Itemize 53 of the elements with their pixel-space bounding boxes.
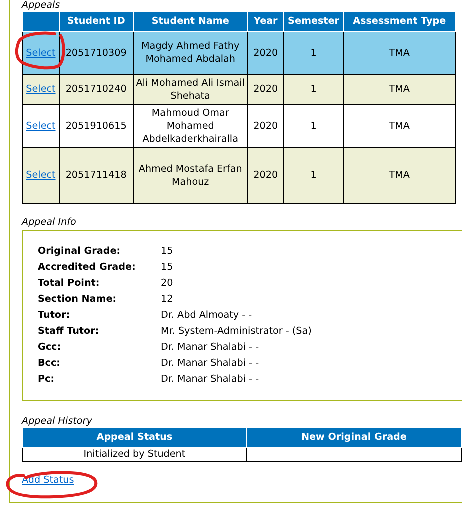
table-cell: Mahmoud Omar Mohamed Abdelkaderkhairalla — [133, 104, 248, 148]
select-link[interactable]: Select — [26, 48, 56, 58]
table-cell: 1 — [284, 74, 344, 104]
table-cell: 2051710309 — [59, 32, 134, 74]
table-cell: 2020 — [248, 148, 284, 204]
field-value: 12 — [161, 293, 174, 306]
field-label: Accredited Grade: — [38, 261, 137, 274]
field-value: Dr. Manar Shalabi - - — [161, 357, 260, 370]
select-link[interactable]: Select — [26, 120, 56, 132]
field-value: Dr. Manar Shalabi - - — [161, 373, 260, 386]
table-cell: 1 — [284, 32, 344, 74]
section-legend: Appeal History — [22, 415, 92, 428]
table-cell: TMA — [344, 32, 456, 74]
field-label: Original Grade: — [38, 245, 122, 258]
column-header: Student ID — [59, 12, 134, 32]
field-label: Pc: — [38, 373, 56, 386]
select-link[interactable]: Select — [26, 170, 56, 181]
section-legend: Appeals — [22, 0, 60, 12]
column-header: Appeal Status — [22, 428, 247, 448]
table-cell: Magdy Ahmed Fathy Mohamed Abdalah — [133, 32, 248, 74]
field-value: Mr. System-Administrator - (Sa) — [161, 325, 313, 338]
table-cell: 1 — [284, 148, 344, 204]
table-cell: 2051910615 — [59, 104, 134, 148]
column-header: Assessment Type — [344, 12, 456, 32]
table-cell: 2020 — [248, 32, 284, 74]
field-label: Section Name: — [38, 293, 118, 306]
field-label: Tutor: — [38, 309, 72, 322]
table-cell: 2051710240 — [59, 74, 134, 104]
field-value: 20 — [161, 277, 174, 290]
field-value: Dr. Manar Shalabi - - — [161, 341, 260, 354]
column-header: Year — [248, 12, 284, 32]
table-cell: Ahmed Mostafa Erfan Mahouz — [133, 148, 248, 204]
field-value: Dr. Abd Almoaty - - — [161, 309, 254, 322]
field-label: Staff Tutor: — [38, 325, 100, 338]
field-label: Bcc: — [38, 357, 62, 370]
table-cell: TMA — [344, 74, 456, 104]
table-cell: TMA — [344, 104, 456, 148]
table-cell: Initialized by Student — [22, 448, 247, 462]
field-label: Total Point: — [38, 277, 101, 290]
table-cell: 1 — [284, 104, 344, 148]
table-cell: TMA — [344, 148, 456, 204]
column-header: Student Name — [133, 12, 248, 32]
table-cell: 2020 — [248, 74, 284, 104]
table-cell: 2020 — [248, 104, 284, 148]
field-label: Gcc: — [38, 341, 62, 354]
table-cell: 2051711418 — [59, 148, 134, 204]
table-cell: Ali Mohamed Ali Ismail Shehata — [133, 74, 248, 104]
select-link[interactable]: Select — [26, 84, 56, 95]
column-header: New Original Grade — [246, 428, 462, 448]
section-legend: Appeal Info — [22, 216, 76, 229]
column-header: Semester — [284, 12, 344, 32]
field-value: 15 — [161, 261, 174, 274]
field-value: 15 — [161, 245, 174, 258]
